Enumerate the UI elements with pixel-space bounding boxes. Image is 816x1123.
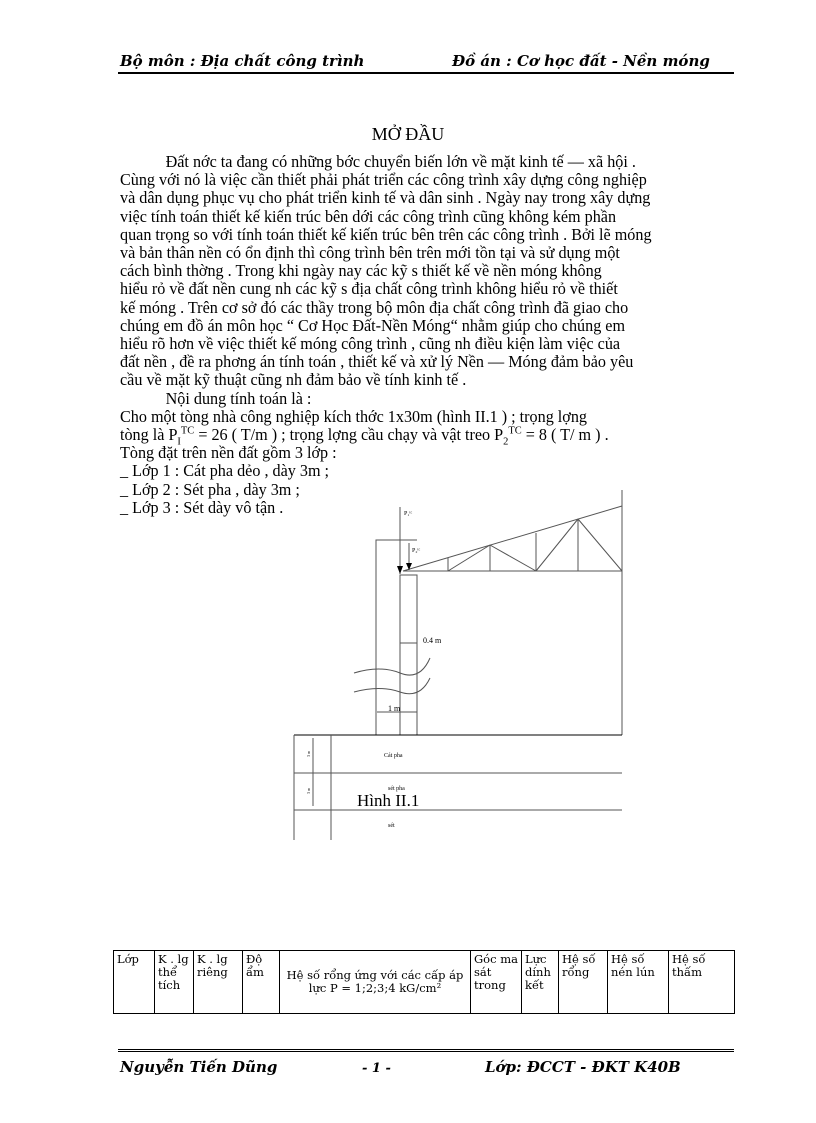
arrowhead — [397, 566, 403, 574]
document-page: Bộ môn : Địa chất công trình Đồ án : Cơ … — [0, 0, 816, 1123]
soil-label: sét — [388, 823, 395, 829]
col-header: Lực dính kết — [521, 950, 559, 1014]
table-header-row: Lớp K . lg thể tích K . lg riêng Độ ẩm H… — [113, 950, 735, 1014]
break-line — [353, 677, 431, 695]
soil-properties-table: Lớp K . lg thể tích K . lg riêng Độ ẩm H… — [113, 950, 735, 1014]
footer-author: Nguyễn Tiến Dũng — [120, 1058, 278, 1076]
col-header: Hệ số nén lún — [607, 950, 669, 1014]
page-number: - 1 - — [362, 1061, 391, 1076]
col-header: Độ ẩm — [242, 950, 280, 1014]
layer-dim-label: 3 m — [306, 750, 311, 757]
col-header: Hệ số rổng — [558, 950, 608, 1014]
col-header: Hệ số rổng ứng với các cấp áp lực P = 1;… — [279, 950, 471, 1014]
col-header: K . lg thể tích — [154, 950, 194, 1014]
col-header: Hệ số thấm — [668, 950, 735, 1014]
col-header: Lớp — [113, 950, 155, 1014]
layer-dim-label: 3 m — [306, 787, 311, 794]
figure-caption: Hình II.1 — [357, 791, 419, 810]
p2-label: P₂ᵗᶜ — [412, 548, 421, 554]
truss-web — [447, 518, 623, 572]
break-line — [353, 657, 431, 676]
truss-top-chord — [402, 505, 623, 572]
dim-wall-label: 0.4 m — [423, 636, 442, 645]
wall-outline — [399, 574, 418, 735]
footer-class: Lớp: ĐCCT - ĐKT K40B — [485, 1058, 681, 1076]
col-header: K . lg riêng — [193, 950, 243, 1014]
col-header: Góc ma sát trong — [470, 950, 522, 1014]
soil-label: Cát pha — [384, 753, 403, 759]
footer-rule — [118, 1049, 734, 1052]
dim-column-label: 1 m — [388, 704, 401, 713]
p1-label: P₁ᵗᶜ — [404, 511, 413, 517]
